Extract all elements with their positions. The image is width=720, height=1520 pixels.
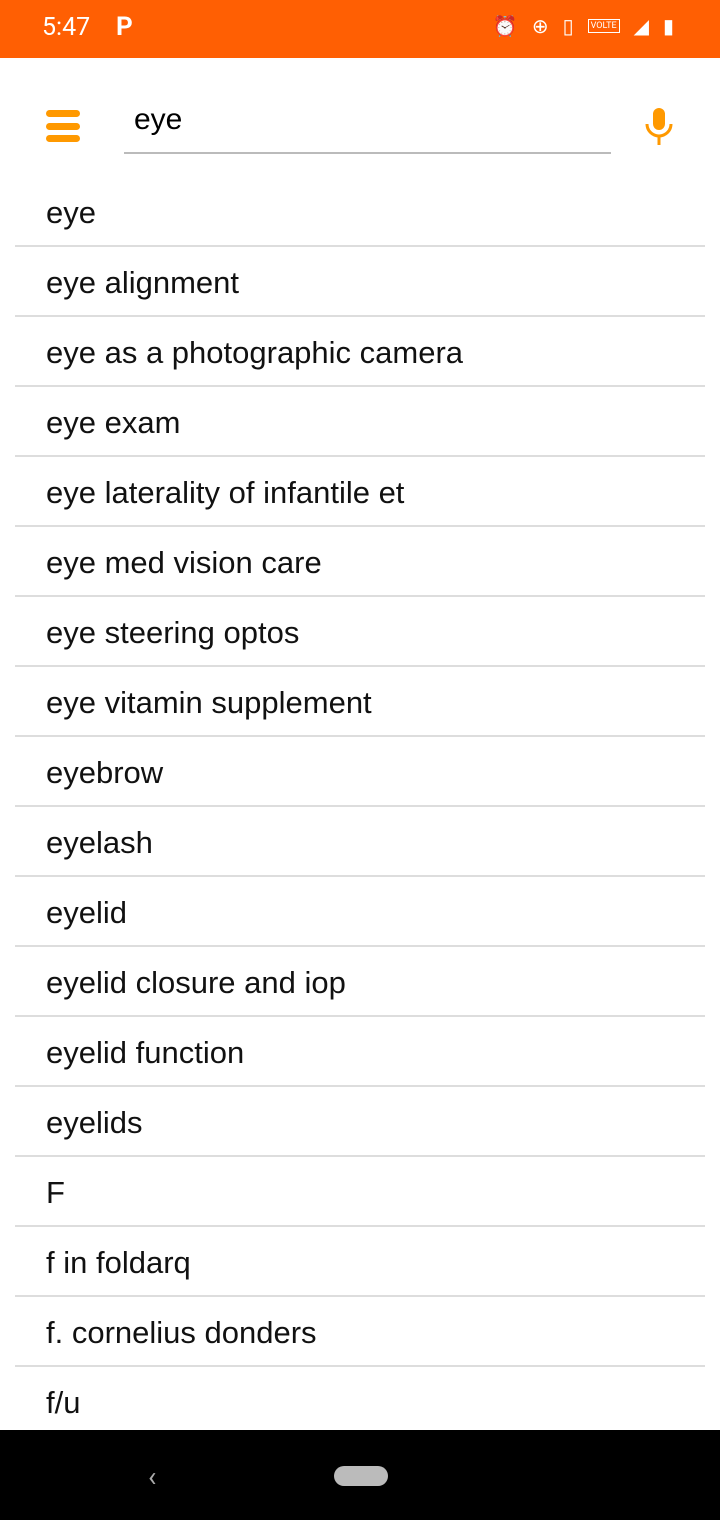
suggestion-item[interactable]: eyelash [15,807,705,877]
home-button[interactable] [334,1466,388,1486]
suggestion-item[interactable]: eyelid [15,877,705,947]
data-saver-icon: ⊕ [531,14,549,38]
clock: 5:47 [42,13,91,42]
menu-icon[interactable] [46,110,80,142]
suggestion-item[interactable]: eyebrow [15,737,705,807]
microphone-icon[interactable] [644,108,674,146]
navigation-bar: ‹ [0,1430,720,1520]
suggestion-item[interactable]: eye exam [15,387,705,457]
volte-icon: VOLTE [587,19,620,33]
suggestion-item[interactable]: eye alignment [15,247,705,317]
suggestion-item[interactable]: F [15,1157,705,1227]
suggestion-item[interactable]: eye vitamin supplement [15,667,705,737]
vibrate-icon: ▯ [562,14,574,38]
suggestion-item[interactable]: eye [15,177,705,247]
status-bar: 5:47 P ⏰ ⊕ ▯ VOLTE ◢ ▮ [0,0,720,58]
suggestion-list: eye eye alignment eye as a photographic ca… [15,177,705,1430]
suggestion-item[interactable]: f/u [15,1367,705,1430]
alarm-icon: ⏰ [492,14,518,38]
notification-app-icon: P [116,12,133,42]
search-input[interactable] [124,88,611,154]
back-icon[interactable]: ‹ [148,1460,156,1493]
suggestion-item[interactable]: eyelid closure and iop [15,947,705,1017]
suggestion-item[interactable]: eyelids [15,1087,705,1157]
suggestion-item[interactable]: f. cornelius donders [15,1297,705,1367]
suggestion-item[interactable]: eye laterality of infantile et [15,457,705,527]
search-header [0,58,720,178]
battery-charging-icon: ▮ [662,14,674,38]
suggestion-item[interactable]: eyelid function [15,1017,705,1087]
suggestion-item[interactable]: eye as a photographic camera [15,317,705,387]
suggestion-item[interactable]: f in foldarq [15,1227,705,1297]
suggestion-item[interactable]: eye med vision care [15,527,705,597]
signal-icon: ◢ [633,14,649,38]
suggestion-item[interactable]: eye steering optos [15,597,705,667]
